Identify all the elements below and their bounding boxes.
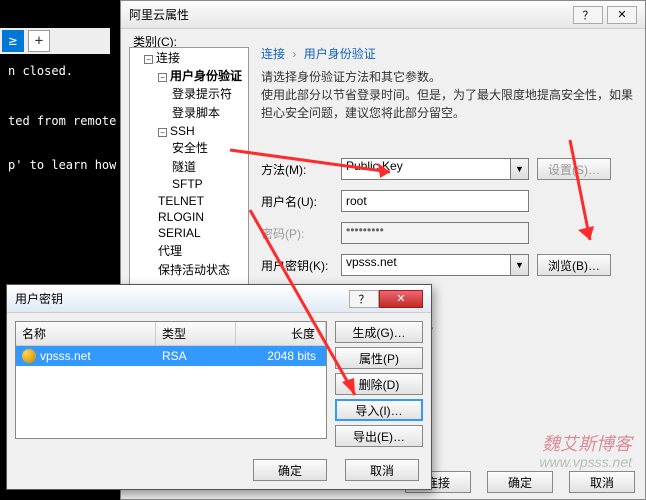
auth-desc-line: 请选择身份验证方法和其它参数。	[261, 68, 637, 86]
terminal-tabbar: ≥ +	[0, 28, 110, 54]
breadcrumb-auth: 用户身份验证	[304, 47, 376, 61]
tree-connection[interactable]: 连接	[156, 51, 180, 65]
keyprops-button[interactable]: 属性(P)	[335, 347, 423, 369]
key-ok-button[interactable]: 确定	[253, 459, 327, 481]
password-input: •••••••••	[341, 222, 529, 244]
tree-keepalive[interactable]: 保持活动状态	[158, 263, 230, 277]
watermark: 魏艾斯博客 www.vpsss.net	[539, 435, 632, 470]
password-label: 密码(P):	[261, 225, 341, 242]
generate-button[interactable]: 生成(G)…	[335, 321, 423, 343]
settings-button[interactable]: 设置(S)…	[537, 158, 611, 180]
key-icon	[22, 349, 36, 363]
userkey-dropdown-icon[interactable]: ▼	[511, 254, 529, 276]
breadcrumb-conn[interactable]: 连接	[261, 47, 285, 61]
col-name[interactable]: 名称	[16, 322, 156, 345]
method-label: 方法(M):	[261, 161, 341, 178]
userkey-select[interactable]: vpsss.net	[341, 254, 511, 276]
key-listview[interactable]: 名称 类型 长度 vpsss.net RSA 2048 bits	[15, 321, 327, 439]
userkey-label: 用户密钥(K):	[261, 257, 341, 274]
category-tree[interactable]: −连接 −用户身份验证 登录提示符 登录脚本 −SSH 安全性	[129, 47, 249, 307]
help-button[interactable]: ？	[573, 6, 603, 24]
tree-proxy[interactable]: 代理	[158, 244, 182, 258]
tree-login-prompt[interactable]: 登录提示符	[172, 87, 232, 101]
userkey-dialog-title: 用户密钥	[15, 290, 63, 307]
tree-auth[interactable]: 用户身份验证	[170, 69, 242, 83]
terminal-tab-add[interactable]: +	[28, 30, 50, 52]
cancel-button[interactable]: 取消	[569, 471, 635, 493]
key-type: RSA	[156, 346, 236, 366]
properties-footer: 连接 确定 取消	[397, 471, 635, 493]
col-type[interactable]: 类型	[156, 322, 236, 345]
tree-sftp[interactable]: SFTP	[172, 177, 203, 191]
tree-tunnel[interactable]: 隧道	[172, 160, 196, 174]
key-name: vpsss.net	[40, 349, 91, 363]
userkey-dialog: 用户密钥 ？ ✕ 名称 类型 长度 vpsss.net RSA 2048 bit…	[6, 284, 432, 490]
userkey-titlebar: 用户密钥 ？ ✕	[7, 285, 431, 313]
listview-header: 名称 类型 长度	[16, 322, 326, 346]
key-length: 2048 bits	[236, 346, 326, 366]
col-length[interactable]: 长度	[236, 322, 326, 345]
breadcrumb: 连接 › 用户身份验证	[261, 45, 637, 62]
username-label: 用户名(U):	[261, 193, 341, 210]
properties-title: 阿里云属性	[129, 6, 189, 23]
auth-desc-line: 使用此部分以节省登录时间。但是，为了最大限度地提高安全性，如果担心安全问题，建议…	[261, 86, 637, 122]
key-row[interactable]: vpsss.net RSA 2048 bits	[16, 346, 326, 366]
tree-telnet[interactable]: TELNET	[158, 194, 204, 208]
key-cancel-button[interactable]: 取消	[345, 459, 419, 481]
close-button[interactable]: ✕	[379, 290, 423, 308]
tree-rlogin[interactable]: RLOGIN	[158, 210, 204, 224]
auth-description: 请选择身份验证方法和其它参数。 使用此部分以节省登录时间。但是，为了最大限度地提…	[261, 68, 637, 122]
close-button[interactable]: ✕	[607, 6, 637, 24]
watermark-main: 魏艾斯博客	[539, 435, 632, 455]
delete-button[interactable]: 删除(D)	[335, 373, 423, 395]
watermark-sub: www.vpsss.net	[539, 455, 632, 470]
properties-titlebar: 阿里云属性 ？ ✕	[121, 1, 645, 29]
browse-button[interactable]: 浏览(B)…	[537, 254, 611, 276]
tree-ssh[interactable]: SSH	[170, 124, 195, 138]
tree-serial[interactable]: SERIAL	[158, 226, 201, 240]
method-dropdown-icon[interactable]: ▼	[511, 158, 529, 180]
export-button[interactable]: 导出(E)…	[335, 425, 423, 447]
username-input[interactable]	[341, 190, 529, 212]
help-button[interactable]: ？	[349, 290, 379, 308]
tree-security[interactable]: 安全性	[172, 141, 208, 155]
import-button[interactable]: 导入(I)…	[335, 399, 423, 421]
method-select[interactable]: Public Key	[341, 158, 511, 180]
tree-login-script[interactable]: 登录脚本	[172, 106, 220, 120]
ok-button[interactable]: 确定	[487, 471, 553, 493]
terminal-tab-active[interactable]: ≥	[2, 30, 24, 52]
